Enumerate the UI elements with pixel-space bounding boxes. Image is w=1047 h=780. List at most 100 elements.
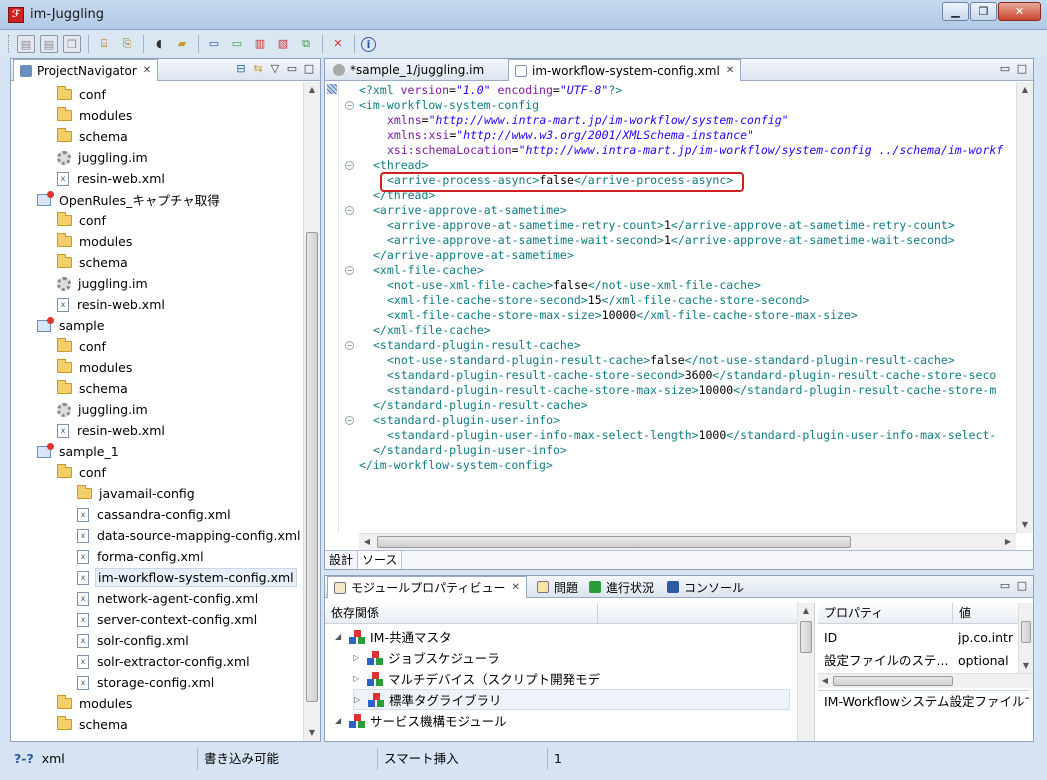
- collapsed-arrow-icon[interactable]: ▷: [353, 674, 363, 683]
- file-item[interactable]: x network-agent-config.xml: [77, 588, 260, 609]
- code-line[interactable]: </standard-plugin-result-cache>: [373, 398, 588, 413]
- tab-problems[interactable]: 問題: [531, 576, 584, 598]
- close-button[interactable]: ✕: [998, 2, 1041, 21]
- folder-item[interactable]: conf: [57, 462, 108, 483]
- close-icon[interactable]: ✕: [511, 582, 519, 593]
- file-item[interactable]: x server-context-config.xml: [77, 609, 259, 630]
- fold-toggle-icon[interactable]: −: [345, 341, 354, 350]
- collapsed-arrow-icon[interactable]: ▷: [353, 653, 363, 662]
- folder-item[interactable]: conf: [57, 84, 108, 105]
- editor-hscrollbar[interactable]: ◀ ▶: [359, 533, 1016, 550]
- code-line[interactable]: </arrive-approve-at-sametime>: [373, 248, 574, 263]
- minimize-view-icon[interactable]: ▭: [998, 579, 1012, 593]
- deploy-icon[interactable]: ⎘: [118, 35, 136, 53]
- code-line[interactable]: <xml-file-cache>: [373, 263, 484, 278]
- code-line[interactable]: <standard-plugin-result-cache-store-seco…: [387, 368, 996, 383]
- file-item[interactable]: x resin-web.xml: [57, 168, 167, 189]
- project-item[interactable]: sample: [37, 315, 106, 336]
- file-item[interactable]: x resin-web.xml: [57, 420, 167, 441]
- folder-item[interactable]: conf: [57, 210, 108, 231]
- scroll-up-icon[interactable]: ▲: [1017, 82, 1033, 98]
- code-line[interactable]: <thread>: [373, 158, 428, 173]
- property-row[interactable]: 設定ファイルのステ... optional: [818, 650, 1018, 671]
- code-line[interactable]: <arrive-approve-at-sametime-retry-count>…: [387, 218, 955, 233]
- file-item[interactable]: x storage-config.xml: [77, 672, 216, 693]
- code-line[interactable]: <not-use-xml-file-cache>false</not-use-x…: [387, 278, 761, 293]
- file-item[interactable]: x im-workflow-system-config.xml: [77, 567, 297, 588]
- property-name-header[interactable]: プロパティ: [818, 603, 952, 624]
- scrollbar-thumb[interactable]: [1021, 621, 1031, 643]
- scroll-down-icon[interactable]: ▼: [1017, 517, 1033, 533]
- xml-source-code[interactable]: <?xml version="1.0" encoding="UTF-8"?> − <…: [341, 82, 1016, 533]
- tab-juggling-im[interactable]: *sample_1/juggling.im: [327, 59, 490, 81]
- folder-item[interactable]: modules: [57, 357, 134, 378]
- code-line[interactable]: <standard-plugin-user-info-max-select-le…: [387, 428, 996, 443]
- server-icon[interactable]: ◖: [150, 35, 168, 53]
- code-line[interactable]: <xml-file-cache-store-max-size>10000</xm…: [387, 308, 858, 323]
- properties-scrollbar[interactable]: ▼: [1018, 603, 1033, 673]
- toolbar-grip[interactable]: [8, 35, 11, 53]
- file-item[interactable]: juggling.im: [57, 399, 150, 420]
- file-item[interactable]: x forma-config.xml: [77, 546, 206, 567]
- fold-toggle-icon[interactable]: −: [345, 206, 354, 215]
- dependency-item[interactable]: ◢ サービス機構モジュール: [335, 710, 507, 731]
- save-icon[interactable]: ▤: [17, 35, 35, 53]
- link-editor-icon[interactable]: ⇆: [251, 62, 265, 76]
- folder-item[interactable]: schema: [57, 126, 130, 147]
- scroll-up-icon[interactable]: ▲: [798, 603, 814, 619]
- maximize-button[interactable]: ❐: [970, 2, 997, 21]
- tab-console[interactable]: コンソール: [661, 576, 750, 598]
- minimize-view-icon[interactable]: ▭: [285, 62, 299, 76]
- file-item[interactable]: x resin-web.xml: [57, 294, 167, 315]
- close-icon[interactable]: ✕: [143, 65, 151, 76]
- code-line[interactable]: <arrive-approve-at-sametime-wait-second>…: [387, 233, 955, 248]
- folder-item[interactable]: schema: [57, 378, 130, 399]
- file-item[interactable]: x cassandra-config.xml: [77, 504, 233, 525]
- project-item[interactable]: sample_1: [37, 441, 121, 462]
- fold-toggle-icon[interactable]: −: [345, 416, 354, 425]
- minimize-button[interactable]: ▁: [942, 2, 969, 21]
- folder-item[interactable]: modules: [57, 105, 134, 126]
- scroll-left-icon[interactable]: ◀: [818, 674, 832, 688]
- scrollbar-thumb[interactable]: [377, 536, 851, 548]
- properties-hscrollbar[interactable]: ◀: [818, 673, 1033, 688]
- dependency-item[interactable]: ◢ IM-共通マスタ: [335, 626, 451, 647]
- code-line[interactable]: xsi:schemaLocation="http://www.intra-mar…: [387, 143, 1003, 158]
- tab-im-workflow-system-config[interactable]: im-workflow-system-config.xml ✕: [508, 59, 742, 81]
- navigator-scrollbar[interactable]: ▲ ▼: [303, 82, 320, 741]
- code-line[interactable]: <not-use-standard-plugin-result-cache>fa…: [387, 353, 955, 368]
- code-line[interactable]: <im-workflow-system-config: [359, 98, 539, 113]
- fold-toggle-icon[interactable]: −: [345, 266, 354, 275]
- code-line[interactable]: <standard-plugin-result-cache-store-max-…: [387, 383, 996, 398]
- file-item[interactable]: juggling.im: [57, 147, 150, 168]
- dependency-item[interactable]: ▷ マルチデバイス（スクリプト開発モデ: [353, 668, 600, 689]
- code-line[interactable]: </standard-plugin-user-info>: [373, 443, 567, 458]
- code-line[interactable]: xmlns:xsi="http://www.w3.org/2001/XMLSch…: [387, 128, 754, 143]
- tab-module-property-view[interactable]: モジュールプロパティビュー ✕: [327, 576, 527, 598]
- view-menu-icon[interactable]: ▽: [268, 62, 282, 76]
- chart-icon[interactable]: ▥: [251, 35, 269, 53]
- code-line[interactable]: <?xml version="1.0" encoding="UTF-8"?>: [359, 83, 622, 98]
- close-icon[interactable]: ✕: [726, 65, 734, 76]
- tab-source[interactable]: ソース: [358, 551, 403, 569]
- file-item[interactable]: x solr-config.xml: [77, 630, 191, 651]
- file-item[interactable]: x solr-extractor-config.xml: [77, 651, 252, 672]
- info-icon[interactable]: i: [361, 36, 376, 52]
- scroll-down-icon[interactable]: ▼: [1019, 659, 1033, 673]
- project-item[interactable]: OpenRules_キャプチャ取得: [37, 189, 222, 210]
- maximize-view-icon[interactable]: □: [302, 62, 316, 76]
- code-line[interactable]: </xml-file-cache>: [373, 323, 491, 338]
- scroll-down-icon[interactable]: ▼: [304, 725, 320, 741]
- save-all-icon[interactable]: ▤: [40, 35, 58, 53]
- code-line[interactable]: </im-workflow-system-config>: [359, 458, 553, 473]
- maximize-view-icon[interactable]: □: [1015, 579, 1029, 593]
- scrollbar-thumb[interactable]: [306, 232, 318, 702]
- image-icon[interactable]: ▧: [274, 35, 292, 53]
- folder-item[interactable]: conf: [57, 336, 108, 357]
- maximize-view-icon[interactable]: □: [1015, 62, 1029, 76]
- code-line[interactable]: <standard-plugin-result-cache>: [373, 338, 581, 353]
- tab-progress[interactable]: 進行状況: [583, 576, 660, 598]
- fold-toggle-icon[interactable]: −: [345, 101, 354, 110]
- code-line[interactable]: <standard-plugin-user-info>: [373, 413, 560, 428]
- editor-scrollbar[interactable]: ▲ ▼: [1016, 82, 1033, 533]
